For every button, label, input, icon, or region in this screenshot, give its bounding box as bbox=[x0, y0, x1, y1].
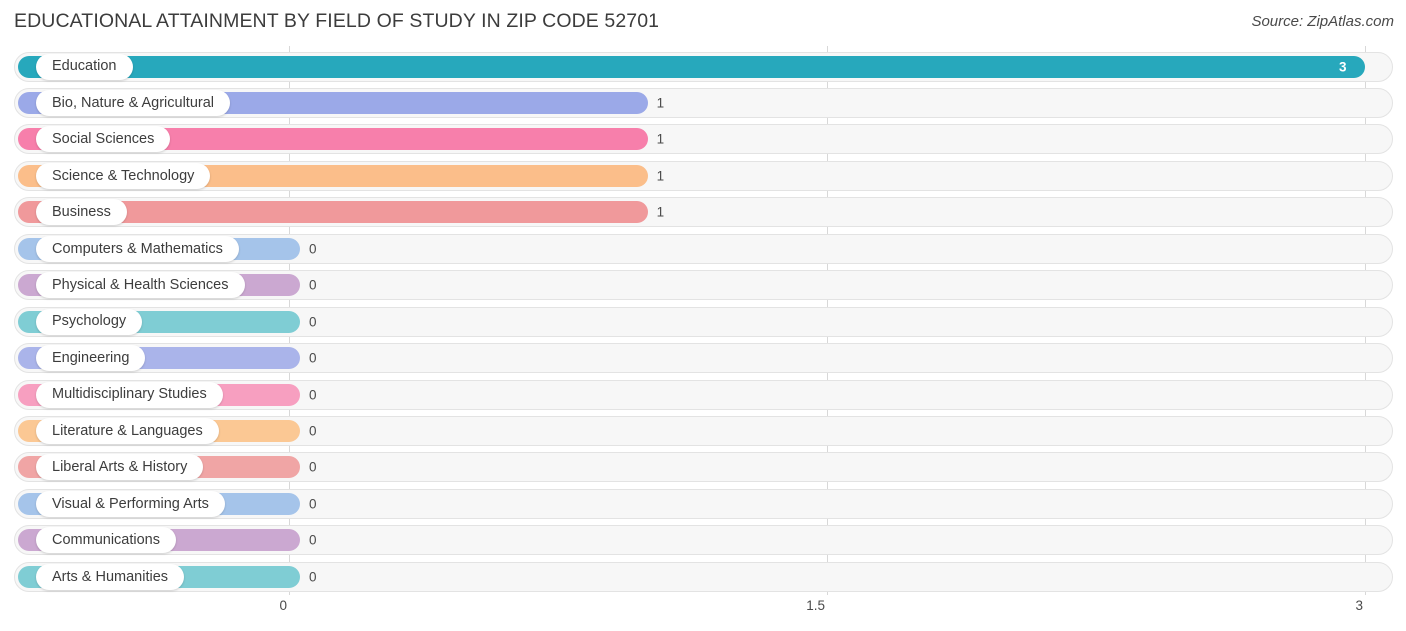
bar-category-label: Education bbox=[52, 58, 117, 75]
bar-category-label: Multidisciplinary Studies bbox=[52, 386, 207, 403]
bar-category-label: Science & Technology bbox=[52, 167, 195, 184]
table-row[interactable]: Multidisciplinary Studies 0 bbox=[14, 379, 1393, 410]
chart-header: EDUCATIONAL ATTAINMENT BY FIELD OF STUDY… bbox=[0, 0, 1406, 46]
table-row[interactable]: Physical & Health Sciences 0 bbox=[14, 270, 1393, 301]
table-row[interactable]: Psychology 0 bbox=[14, 306, 1393, 337]
bar-category-label: Literature & Languages bbox=[52, 422, 203, 439]
bar-category-label: Physical & Health Sciences bbox=[52, 276, 229, 293]
bar-label-pill: Social Sciences bbox=[36, 126, 171, 153]
bar-label-pill: Psychology bbox=[36, 308, 143, 335]
bar-value-label: 1 bbox=[656, 168, 665, 184]
table-row[interactable]: Bio, Nature & Agricultural 1 bbox=[14, 87, 1393, 118]
bar-label-pill: Business bbox=[36, 199, 127, 226]
table-row[interactable]: Liberal Arts & History 0 bbox=[14, 452, 1393, 483]
table-row[interactable]: Social Sciences 1 bbox=[14, 124, 1393, 155]
table-row[interactable]: Literature & Languages 0 bbox=[14, 416, 1393, 446]
bar-value-label: 3 bbox=[1339, 59, 1347, 74]
x-axis-tick-label: 1.5 bbox=[806, 598, 825, 613]
bar-label-pill: Visual & Performing Arts bbox=[36, 490, 225, 517]
bar bbox=[18, 55, 1365, 78]
bar-category-label: Psychology bbox=[52, 313, 127, 330]
table-row[interactable]: Visual & Performing Arts 0 bbox=[14, 488, 1393, 519]
bar-label-pill: Arts & Humanities bbox=[36, 563, 185, 590]
bar-label-pill: Science & Technology bbox=[36, 162, 211, 189]
table-row[interactable]: Computers & Mathematics 0 bbox=[14, 233, 1393, 264]
source-attribution: Source: ZipAtlas.com bbox=[1251, 13, 1394, 30]
bar-value-label: 0 bbox=[309, 277, 317, 293]
bar-label-pill: Literature & Languages bbox=[36, 418, 219, 444]
bar-category-label: Liberal Arts & History bbox=[52, 459, 188, 476]
bar-category-label: Business bbox=[52, 204, 111, 221]
table-row[interactable]: Education 3 bbox=[14, 51, 1393, 82]
table-row[interactable]: Arts & Humanities 0 bbox=[14, 561, 1393, 592]
bar-label-pill: Liberal Arts & History bbox=[36, 454, 204, 481]
bar-value-label: 1 bbox=[656, 204, 665, 220]
x-axis: 0 1.5 3 bbox=[0, 595, 1406, 631]
bar-value-label: 0 bbox=[309, 496, 317, 512]
bar-category-label: Arts & Humanities bbox=[52, 568, 169, 585]
bar-value-label: 0 bbox=[309, 314, 317, 330]
bar-label-pill: Multidisciplinary Studies bbox=[36, 381, 223, 408]
bar-label-pill: Bio, Nature & Agricultural bbox=[36, 89, 230, 116]
bar-value-label: 0 bbox=[309, 569, 317, 585]
table-row[interactable]: Communications 0 bbox=[14, 525, 1393, 556]
bar-value-label: 0 bbox=[309, 387, 317, 403]
bar-label-pill: Computers & Mathematics bbox=[36, 235, 239, 262]
bar-category-label: Visual & Performing Arts bbox=[52, 495, 209, 512]
bar-value-label: 1 bbox=[656, 131, 665, 147]
table-row[interactable]: Engineering 0 bbox=[14, 343, 1393, 374]
bar-category-label: Communications bbox=[52, 532, 160, 549]
bar-label-pill: Education bbox=[36, 53, 133, 80]
bar-rows: Education 3 Bio, Nature & Agricultural 1 Soc… bbox=[0, 46, 1406, 595]
page-title: EDUCATIONAL ATTAINMENT BY FIELD OF STUDY… bbox=[14, 10, 660, 32]
x-axis-tick-label: 3 bbox=[1355, 598, 1363, 613]
table-row[interactable]: Business 1 bbox=[14, 197, 1393, 228]
x-axis-tick-label: 0 bbox=[279, 598, 287, 613]
bar-value-label: 0 bbox=[309, 459, 317, 475]
chart-page: EDUCATIONAL ATTAINMENT BY FIELD OF STUDY… bbox=[0, 0, 1406, 631]
bar-category-label: Social Sciences bbox=[52, 131, 155, 148]
bar-value-label: 0 bbox=[309, 532, 317, 548]
chart-plot-area: Education 3 Bio, Nature & Agricultural 1 Soc… bbox=[0, 46, 1406, 595]
bar-value-label: 1 bbox=[656, 95, 665, 111]
table-row[interactable]: Science & Technology 1 bbox=[14, 160, 1393, 191]
bar-label-pill: Communications bbox=[36, 527, 176, 554]
bar-value-label: 0 bbox=[309, 423, 317, 439]
bar-value-label: 0 bbox=[309, 350, 317, 366]
bar-category-label: Engineering bbox=[52, 349, 130, 366]
bar-value-label: 0 bbox=[309, 241, 317, 257]
bar-label-pill: Physical & Health Sciences bbox=[36, 272, 245, 299]
bar-category-label: Bio, Nature & Agricultural bbox=[52, 94, 214, 111]
bar-label-pill: Engineering bbox=[36, 345, 146, 372]
bar-category-label: Computers & Mathematics bbox=[52, 240, 223, 257]
